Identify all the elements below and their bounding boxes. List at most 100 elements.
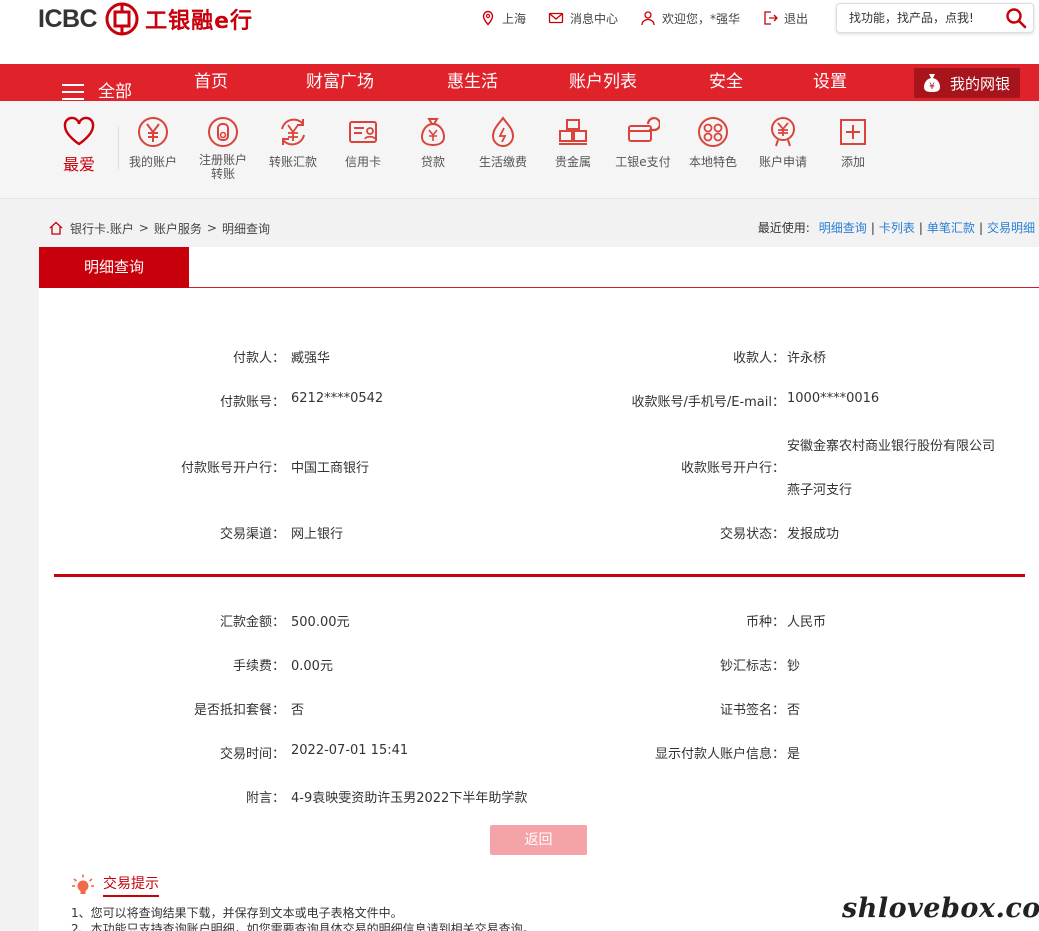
shortcut-account-apply[interactable]: 账户申请 [748, 115, 818, 170]
amount-label-cell: 汇款金额： [39, 611, 285, 631]
cert-label-cell: 证书签名： [539, 699, 785, 719]
shortcut-local-feature[interactable]: 本地特色 [678, 115, 748, 170]
brand-name: 工银融e行 [145, 9, 254, 34]
hamburger-icon [62, 83, 84, 101]
amount-label: 汇款金额： [219, 615, 285, 630]
shortcut-e-pay[interactable]: 工银e支付 [608, 115, 678, 170]
user-welcome[interactable]: 欢迎您，*强华 [640, 10, 740, 27]
my-online-bank-label: 我的网银 [950, 74, 1011, 93]
return-button[interactable]: 返回 [490, 825, 587, 855]
channel-value: 网上银行 [291, 527, 344, 542]
home-icon[interactable] [48, 220, 64, 236]
recently-used: 最近使用: 明细查询 | 卡列表 | 单笔汇款 | 交易明细 [758, 219, 1035, 236]
message-center-text: 消息中心 [570, 11, 619, 26]
recent-link-transaction-detail[interactable]: 交易明细 [987, 219, 1035, 236]
nav-wealth-plaza[interactable]: 财富广场 [306, 64, 374, 101]
icbc-logo[interactable]: ICBC 工银融e行 [38, 2, 253, 36]
money-bag-icon: ¥ [924, 74, 940, 92]
time-label: 交易时间： [219, 747, 285, 762]
cert-value: 否 [787, 703, 801, 718]
shortcut-transfer[interactable]: 转账汇款 [258, 115, 328, 170]
nav-settings[interactable]: 设置 [813, 64, 847, 101]
shortcut-utility-payment[interactable]: 生活缴费 [468, 115, 538, 170]
tips-header: 交易提示 [71, 873, 159, 897]
status-value: 发报成功 [787, 527, 840, 542]
package-label: 是否抵扣套餐： [193, 703, 285, 718]
shortcut-loan[interactable]: 贷款 [398, 115, 468, 170]
shortcut-utility-payment-label: 生活缴费 [478, 155, 527, 169]
recent-link-detail-query[interactable]: 明细查询 [819, 219, 867, 236]
local-feature-icon [698, 117, 728, 147]
tab-row: 明细查询 [39, 247, 1039, 288]
breadcrumb-item-card-account[interactable]: 银行卡.账户 [70, 220, 134, 237]
lightbulb-icon [72, 874, 94, 894]
link-separator: | [918, 220, 923, 235]
shortcut-my-account[interactable]: 我的账户 [118, 115, 188, 170]
nav-account-list[interactable]: 账户列表 [569, 64, 637, 101]
shortcut-credit-card-label: 信用卡 [344, 155, 381, 169]
payee-bank-value-line1: 安徽金寨农村商业银行股份有限公司 [787, 439, 996, 454]
recently-used-label: 最近使用: [757, 221, 810, 235]
cash-flag-label: 钞汇标志： [719, 659, 785, 674]
transfer-yen-icon [281, 118, 305, 146]
package-value: 否 [291, 703, 305, 718]
time-value: 2022-07-01 15:41 [291, 743, 409, 758]
gold-bars-icon [559, 119, 587, 145]
currency-label-cell: 币种： [539, 611, 785, 631]
tip-line-2: 2、本功能只支持查询账户明细，如您需要查询具体交易的明细信息请到相关交易查询。 [71, 922, 535, 931]
recent-link-card-list[interactable]: 卡列表 [879, 219, 915, 236]
detail-panel: 明细查询 付款人： 臧强华 收款人： 许永桥 付款账号： 6212****054… [39, 247, 1039, 861]
cash-flag-value: 钞 [787, 659, 801, 674]
payer-account-label: 付款账号： [219, 395, 285, 410]
time-label-cell: 交易时间： [39, 743, 285, 763]
shortcut-precious-metal[interactable]: 贵金属 [538, 115, 608, 170]
nav-benefit-life[interactable]: 惠生活 [447, 64, 498, 101]
amount-value: 500.00元 [291, 615, 350, 630]
show-payer-value: 是 [787, 747, 801, 762]
payee-bank-label: 收款账号开户行： [680, 461, 785, 476]
tips-title: 交易提示 [103, 873, 159, 897]
link-separator: | [978, 220, 983, 235]
svg-text:¥: ¥ [929, 82, 935, 92]
note-label: 附言： [245, 791, 285, 806]
favorites-shortcut[interactable]: 最爱 [44, 115, 114, 175]
location-pin-icon [482, 10, 494, 26]
breadcrumb-item-account-service[interactable]: 账户服务 [154, 220, 202, 237]
icbc-emblem-icon [105, 2, 139, 36]
payer-bank-value: 中国工商银行 [291, 461, 370, 476]
payer-bank-label: 付款账号开户行： [180, 461, 285, 476]
shortcut-account-apply-label: 账户申请 [758, 155, 807, 169]
cash-flag-label-cell: 钞汇标志： [539, 655, 785, 675]
currency-label: 币种： [745, 615, 785, 630]
main-nav: 全部 首页 财富广场 惠生活 账户列表 安全 设置 ¥ 我的网银 [0, 64, 1039, 101]
shortcut-registered-transfer[interactable]: 注册账户转账 [188, 115, 258, 181]
search-input[interactable] [849, 8, 999, 28]
logout-icon [764, 11, 778, 25]
my-online-bank-button[interactable]: ¥ 我的网银 [914, 68, 1020, 98]
payee-bank-label-cell: 收款账号开户行： [539, 457, 785, 477]
channel-label: 交易渠道： [219, 527, 285, 542]
shortcut-loan-label: 贷款 [420, 155, 445, 169]
nav-home[interactable]: 首页 [194, 64, 228, 101]
registered-transfer-icon [208, 117, 238, 147]
logout-link[interactable]: 退出 [762, 10, 808, 27]
payer-label-cell: 付款人： [39, 347, 285, 367]
recent-link-single-remit[interactable]: 单笔汇款 [927, 219, 975, 236]
shortcut-credit-card[interactable]: 信用卡 [328, 115, 398, 170]
payer-account-value: 6212****0542 [291, 391, 384, 406]
shortcut-add[interactable]: 添加 [818, 115, 888, 170]
shortcut-add-label: 添加 [840, 155, 865, 169]
note-label-cell: 附言： [39, 787, 285, 807]
location-link[interactable]: 上海 [480, 10, 526, 27]
logout-text: 退出 [784, 11, 809, 26]
search-icon[interactable] [1005, 7, 1027, 29]
shortcut-bar: 最爱 我的账户 注册账户转账 转账汇款 信用卡 贷款 生活缴费 贵金属 工银e支… [0, 101, 1039, 199]
message-center-link[interactable]: 消息中心 [548, 10, 618, 27]
tab-detail-query[interactable]: 明细查询 [39, 247, 189, 288]
top-header: ICBC 工银融e行 上海 消息中心 欢迎您，*强华 退出 [0, 0, 1039, 64]
breadcrumb-item-detail-query: 明细查询 [221, 221, 270, 236]
breadcrumb-separator: > [138, 221, 149, 235]
nav-security[interactable]: 安全 [709, 64, 743, 101]
shortcut-local-feature-label: 本地特色 [688, 155, 737, 169]
payer-account-label-cell: 付款账号： [39, 391, 285, 411]
